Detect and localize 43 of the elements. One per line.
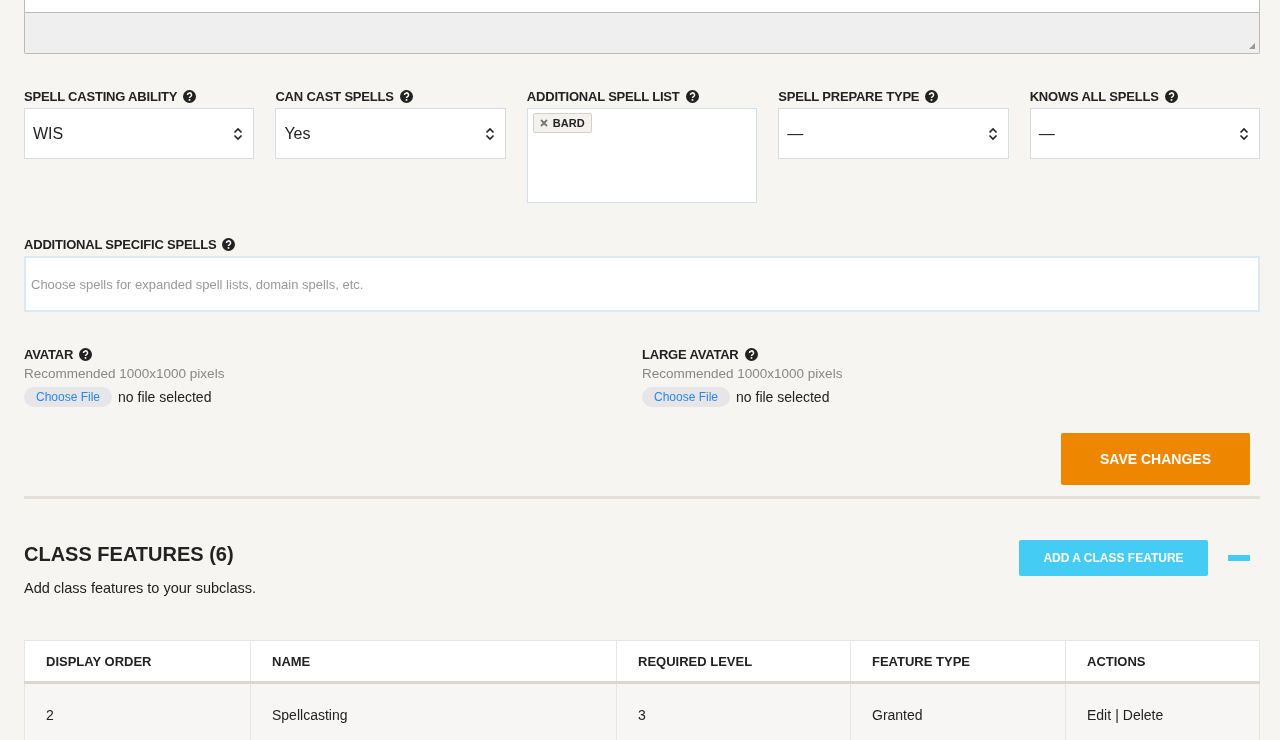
hint-text: Recommended 1000x1000 pixels (24, 366, 226, 381)
hint-text: Recommended 1000x1000 pixels (642, 366, 844, 381)
chevron-updown-icon (987, 126, 998, 141)
field-label: KNOWS ALL SPELLS (1029, 88, 1159, 104)
field-label: CAN CAST SPELLS (275, 88, 394, 104)
field-label: SPELL PREPARE TYPE (778, 88, 920, 104)
help-icon (399, 89, 413, 103)
select-field[interactable]: WIS (24, 108, 255, 159)
table-cell: Spellcasting (250, 682, 617, 740)
field-label: LARGE AVATAR (642, 346, 739, 362)
resize-handle-icon[interactable] (1248, 42, 1256, 50)
help-icon (744, 347, 758, 361)
section-title: CLASS FEATURES (6) (24, 543, 235, 566)
field-label: ADDITIONAL SPELL LIST (526, 88, 680, 104)
table-cell: Granted (850, 682, 1066, 740)
field-label: SPELL CASTING ABILITY (24, 88, 178, 104)
field-label: ADDITIONAL SPECIFIC SPELLS (24, 236, 217, 252)
separator-text: | (1115, 707, 1119, 723)
select-field[interactable]: — (1029, 108, 1260, 159)
help-icon (222, 237, 236, 251)
file-status: no file selected (736, 389, 830, 405)
select-field[interactable]: — (778, 108, 1009, 159)
help-icon (1164, 89, 1178, 103)
field-label: AVATAR (24, 346, 74, 362)
section-description: Add class features to your subclass. (24, 580, 257, 596)
action-link[interactable]: Delete (1122, 707, 1164, 723)
file-status: no file selected (118, 389, 212, 405)
chevron-updown-icon (1239, 126, 1250, 141)
table-cell: 2 (24, 682, 251, 740)
action-link[interactable]: Edit (1087, 707, 1112, 723)
help-icon (925, 89, 939, 103)
select-field[interactable]: Yes (275, 108, 506, 159)
help-icon (183, 89, 197, 103)
chevron-updown-icon (233, 126, 244, 141)
help-icon (79, 347, 93, 361)
remove-icon[interactable] (539, 119, 548, 127)
tag-chip[interactable]: BARD (532, 113, 592, 133)
multi-select-field[interactable]: BARD (526, 108, 757, 203)
chevron-updown-icon (484, 126, 495, 141)
help-icon (685, 89, 699, 103)
spells-search-field[interactable]: Choose spells for expanded spell lists, domain spells, etc. (24, 256, 1260, 312)
table-cell: 3 (616, 682, 851, 740)
text-editor[interactable] (24, 0, 1260, 54)
